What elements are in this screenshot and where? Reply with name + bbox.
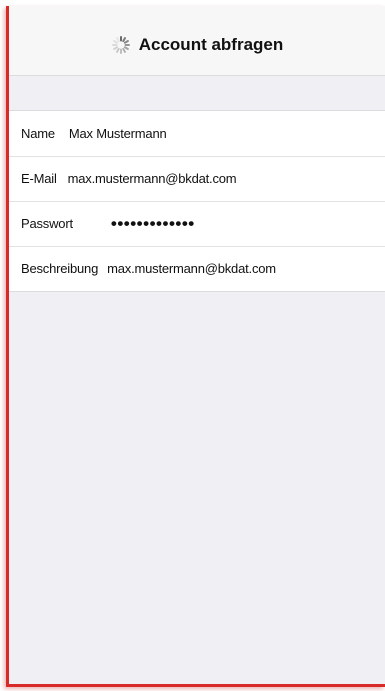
- spinner-icon: [111, 35, 131, 55]
- name-row[interactable]: Name Max Mustermann: [9, 111, 385, 156]
- navigation-title-group: Account abfragen: [111, 34, 284, 55]
- email-field[interactable]: max.mustermann@bkdat.com: [68, 171, 237, 186]
- navigation-bar: Account abfragen: [9, 6, 385, 76]
- email-row[interactable]: E-Mail max.mustermann@bkdat.com: [9, 156, 385, 201]
- password-row[interactable]: Passwort •••••••••••••: [9, 201, 385, 246]
- account-form: Name Max Mustermann E-Mail max.musterman…: [9, 110, 385, 292]
- password-label: Passwort: [21, 216, 73, 231]
- description-field[interactable]: max.mustermann@bkdat.com: [107, 261, 276, 276]
- description-row[interactable]: Beschreibung max.mustermann@bkdat.com: [9, 246, 385, 291]
- email-label: E-Mail: [21, 171, 57, 186]
- device-frame: Account abfragen Name Max Mustermann E-M…: [6, 6, 385, 687]
- name-field[interactable]: Max Mustermann: [69, 126, 167, 141]
- name-label: Name: [21, 126, 55, 141]
- page-title: Account abfragen: [138, 34, 284, 54]
- description-label: Beschreibung: [21, 261, 99, 276]
- password-field[interactable]: •••••••••••••: [111, 214, 195, 234]
